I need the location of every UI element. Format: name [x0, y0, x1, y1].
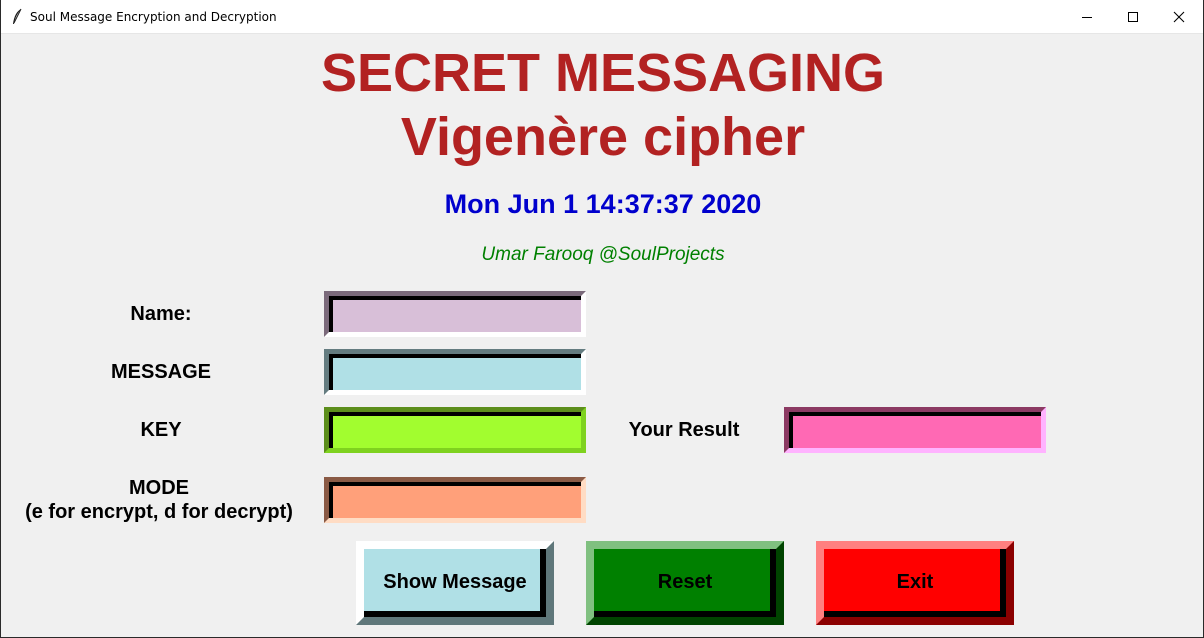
minimize-icon — [1082, 16, 1092, 18]
mode-label: MODE (e for encrypt, d for decrypt) — [9, 476, 309, 524]
datetime-display: Mon Jun 1 14:37:37 2020 — [444, 189, 762, 219]
app-window: Soul Message Encryption and Decryption S… — [0, 0, 1204, 638]
result-label: Your Result — [628, 419, 740, 441]
close-button[interactable] — [1156, 0, 1202, 33]
page-subtitle: Vigenère cipher — [400, 107, 806, 167]
key-input-bevel — [329, 412, 581, 448]
name-input[interactable] — [324, 291, 586, 337]
result-output[interactable] — [784, 407, 1046, 453]
window-title: Soul Message Encryption and Decryption — [30, 10, 277, 24]
name-label: Name: — [130, 303, 192, 325]
mode-input[interactable] — [324, 477, 586, 523]
message-input[interactable] — [324, 349, 586, 395]
mode-label-title: MODE — [129, 477, 189, 499]
key-label: KEY — [140, 419, 182, 441]
reset-button[interactable]: Reset — [586, 541, 784, 625]
feather-icon — [13, 8, 22, 24]
exit-button-label: Exit — [896, 570, 934, 593]
show-message-button-label: Show Message — [383, 570, 527, 593]
message-input-bevel — [329, 354, 581, 390]
message-label: MESSAGE — [110, 361, 212, 383]
name-input-bevel — [329, 296, 581, 332]
title-bar[interactable]: Soul Message Encryption and Decryption — [1, 0, 1203, 34]
key-input[interactable] — [324, 407, 586, 453]
result-output-bevel — [789, 412, 1041, 448]
close-icon — [1173, 11, 1185, 22]
reset-button-label: Reset — [657, 570, 713, 593]
mode-input-bevel — [329, 482, 581, 518]
maximize-button[interactable] — [1110, 0, 1156, 33]
maximize-icon — [1128, 11, 1138, 22]
minimize-button[interactable] — [1064, 0, 1110, 33]
show-message-button[interactable]: Show Message — [356, 541, 554, 625]
exit-button[interactable]: Exit — [816, 541, 1014, 625]
page-title: SECRET MESSAGING — [320, 43, 886, 103]
author-credit: Umar Farooq @SoulProjects — [481, 244, 725, 265]
mode-label-hint: (e for encrypt, d for decrypt) — [25, 501, 293, 523]
